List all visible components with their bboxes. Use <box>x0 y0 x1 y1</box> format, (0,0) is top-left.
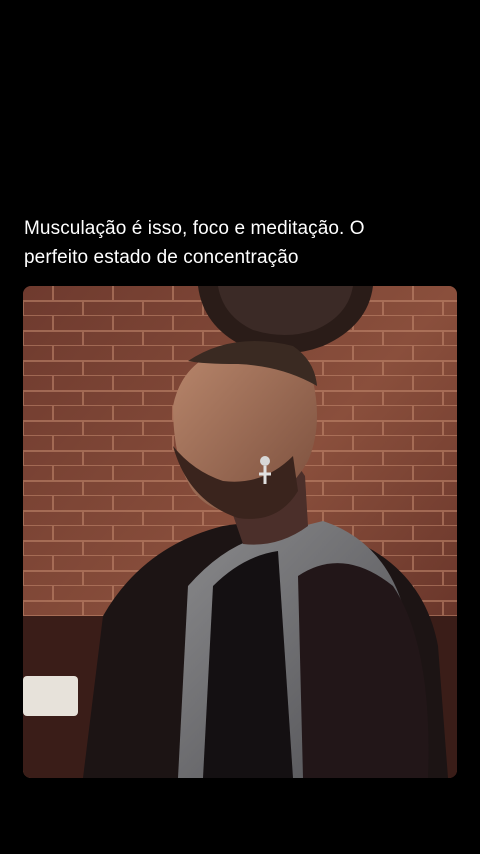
caption-line-1: Musculação é isso, foco e meditação. O <box>24 218 365 239</box>
video-image <box>23 286 457 778</box>
video-frame[interactable] <box>23 286 457 778</box>
post-caption: Musculação é isso, foco e meditação. O p… <box>24 214 460 272</box>
caption-line-2: perfeito estado de concentração <box>24 247 299 268</box>
napkin <box>23 676 78 716</box>
